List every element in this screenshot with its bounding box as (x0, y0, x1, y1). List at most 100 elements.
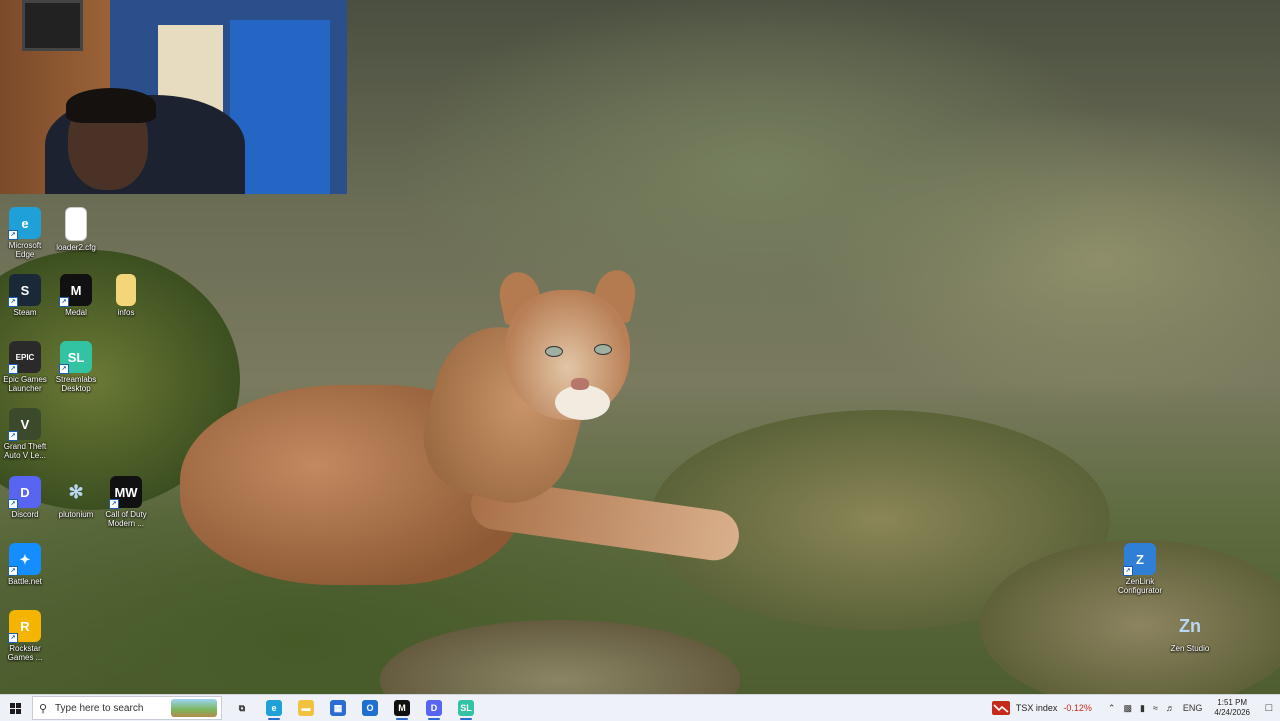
zenlink-icon: Z ↗ (1123, 543, 1156, 576)
clock-date: 4/24/2026 (1214, 708, 1250, 717)
shortcut-arrow-icon: ↗ (8, 297, 18, 307)
webcam-overlay (0, 0, 347, 194)
desktop-icon-label: Zen Studio (1170, 644, 1210, 653)
taskbar-search[interactable]: ⚲ (32, 696, 222, 720)
webcam-picture-frame (22, 0, 83, 51)
shortcut-arrow-icon: ↗ (8, 230, 18, 240)
streamlabs-icon: SL (458, 700, 474, 716)
desktop-icon-streamlabs[interactable]: SL ↗ Streamlabs Desktop (51, 341, 101, 393)
medal-icon: M ↗ (59, 274, 92, 307)
cougar-muzzle (555, 385, 610, 420)
clock-time: 1:51 PM (1217, 698, 1248, 707)
desktop-icon-medal[interactable]: M ↗ Medal (51, 274, 101, 317)
shortcut-arrow-icon: ↗ (8, 499, 18, 509)
grass-mound (380, 620, 740, 694)
desktop-icon-label: infos (117, 308, 135, 317)
network-icon[interactable]: ▩ (1123, 703, 1132, 714)
desktop-icon-label: Streamlabs Desktop (55, 375, 97, 393)
clock[interactable]: 1:51 PM 4/24/2026 (1214, 698, 1250, 718)
task-view-icon: ⧉ (238, 702, 246, 713)
shortcut-arrow-icon: ↗ (8, 364, 18, 374)
search-input[interactable] (53, 701, 167, 715)
desktop-icon-label: Call of Duty Modern ... (105, 510, 147, 528)
shortcut-arrow-icon: ↗ (59, 297, 69, 307)
volume-icon[interactable]: ♬ (1166, 703, 1175, 713)
cougar-nose (571, 378, 589, 390)
text-file-icon (116, 274, 136, 306)
desktop-icon-zenlink[interactable]: Z ↗ ZenLink Configurator (1115, 543, 1165, 595)
desktop-icon-label: ZenLink Configurator (1117, 577, 1163, 595)
stock-widget[interactable]: TSX index -0.12% (991, 701, 1092, 715)
desktop-icon-discord[interactable]: D ↗ Discord (0, 476, 50, 519)
start-button[interactable] (0, 695, 30, 721)
taskbar-discord[interactable]: D (418, 695, 450, 721)
taskbar: ⚲ ⧉ e ▬ ▦ OMD SL TSX index -0.12% ⌃ ▩ ▮ ≈ ♬ E… (0, 694, 1280, 721)
desktop-icon-edge[interactable]: e ↗ Microsoft Edge (0, 207, 50, 259)
desktop-icon-loader[interactable]: loader2.cfg (51, 207, 101, 252)
battlenet-icon: ✦ ↗ (8, 543, 41, 576)
desktop-icon-rockstar[interactable]: R ↗ Rockstar Games ... (0, 610, 50, 662)
webcam-blue-wall (230, 20, 330, 194)
desktop-icon-label: Rockstar Games ... (7, 644, 43, 662)
shortcut-arrow-icon: ↗ (8, 431, 18, 441)
desktop-icon-label: Battle.net (8, 577, 42, 586)
plutonium-icon: ✻ (68, 481, 84, 502)
desktop-icon-gta[interactable]: V ↗ Grand Theft Auto V Le... (0, 408, 50, 460)
stock-label: TSX index (1015, 703, 1058, 713)
system-tray: TSX index -0.12% ⌃ ▩ ▮ ≈ ♬ ENG 1:51 PM 4… (991, 695, 1280, 721)
desktop-icon-label: Epic Games Launcher (3, 375, 47, 393)
steam-icon: S ↗ (8, 274, 41, 307)
search-icon: ⚲ (38, 702, 48, 715)
task-view-button[interactable]: ⧉ (226, 695, 258, 721)
desktop-icon-label: loader2.cfg (56, 243, 96, 252)
shortcut-arrow-icon: ↗ (8, 566, 18, 576)
shortcut-arrow-icon: ↗ (109, 499, 119, 509)
desktop-icon-label: plutonium (58, 510, 94, 519)
language-indicator[interactable]: ENG (1183, 703, 1203, 713)
discord-icon: D ↗ (8, 476, 41, 509)
epic-games-icon: EPIC ↗ (8, 341, 41, 374)
desktop-icon-steam[interactable]: S ↗ Steam (0, 274, 50, 317)
desktop-icon-label: Grand Theft Auto V Le... (3, 442, 47, 460)
call-of-duty-icon: MW ↗ (109, 476, 142, 509)
desktop-icon-cod[interactable]: MW ↗ Call of Duty Modern ... (101, 476, 151, 528)
stock-change: -0.12% (1063, 703, 1092, 713)
taskbar-apps: ⧉ e ▬ ▦ O M D SL (226, 695, 482, 721)
desktop-icon-battlenet[interactable]: ✦ ↗ Battle.net (0, 543, 50, 586)
desktop-icon-label: Discord (11, 510, 39, 519)
webcam-person-hair (66, 88, 156, 123)
wifi-icon[interactable]: ≈ (1153, 703, 1158, 713)
zen-studio-icon: Zn (1179, 615, 1201, 636)
desktop-icon-plutonium[interactable]: ✻ plutonium (51, 476, 101, 520)
shortcut-arrow-icon: ↗ (1123, 566, 1133, 576)
taskbar-outlook[interactable]: O (354, 695, 386, 721)
streamlabs-icon: SL ↗ (59, 341, 92, 374)
shortcut-arrow-icon: ↗ (8, 633, 18, 643)
gta-icon: V ↗ (8, 408, 41, 441)
shortcut-arrow-icon: ↗ (59, 364, 69, 374)
desktop-icon-infos[interactable]: infos (101, 274, 151, 317)
cougar-eye (545, 346, 563, 357)
microphone-icon[interactable]: ▮ (1140, 703, 1145, 714)
taskbar-streamlabs[interactable]: SL (450, 695, 482, 721)
desktop-icon-label: Steam (13, 308, 37, 317)
outlook-icon: O (362, 700, 378, 716)
microsoft-edge-icon: e ↗ (8, 207, 41, 240)
search-highlight-image (171, 699, 217, 717)
stock-chart-icon (991, 701, 1010, 715)
desktop-icon-label: Microsoft Edge (8, 241, 42, 259)
taskbar-file-explorer[interactable]: ▬ (290, 695, 322, 721)
file-icon (65, 207, 87, 241)
folder-icon: ▬ (298, 700, 314, 716)
cougar-eye (594, 344, 612, 355)
desktop-icon-epic[interactable]: EPIC ↗ Epic Games Launcher (0, 341, 50, 393)
desktop-icon-zenstudio[interactable]: Zn Zen Studio (1165, 610, 1215, 654)
discord-icon: D (426, 700, 442, 716)
taskbar-medal[interactable]: M (386, 695, 418, 721)
notification-icon[interactable]: □ (1258, 702, 1280, 714)
taskbar-store[interactable]: ▦ (322, 695, 354, 721)
chevron-up-icon[interactable]: ⌃ (1108, 703, 1116, 714)
desktop-icon-label: Medal (65, 308, 87, 317)
taskbar-edge[interactable]: e (258, 695, 290, 721)
rockstar-icon: R ↗ (8, 610, 41, 643)
